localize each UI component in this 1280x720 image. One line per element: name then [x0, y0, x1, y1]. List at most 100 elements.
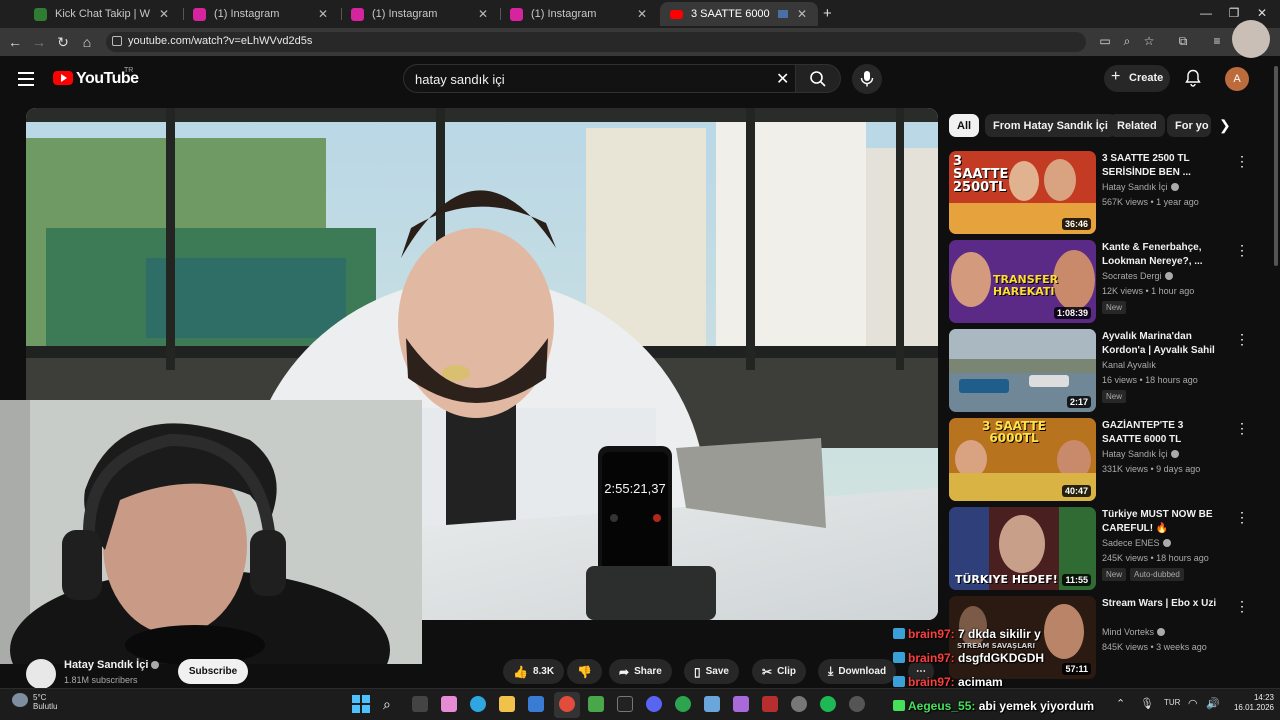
more-options-icon[interactable]: ⋮	[1235, 153, 1249, 170]
forward-icon[interactable]: →	[31, 34, 47, 50]
reload-icon[interactable]: ↻	[55, 34, 71, 51]
chip-from-channel[interactable]: From Hatay Sandık İçi	[985, 114, 1116, 137]
voice-search-button[interactable]	[852, 64, 882, 94]
channel-name[interactable]: Hatay Sandık İçi	[1102, 182, 1179, 192]
window-close-icon[interactable]: ✕	[1255, 6, 1269, 20]
more-options-icon[interactable]: ⋮	[1235, 509, 1249, 526]
app-icon[interactable]	[733, 696, 749, 712]
channel-avatar[interactable]	[26, 659, 56, 689]
channel-name[interactable]: Hatay Sandık İçi	[1102, 449, 1179, 459]
share-button[interactable]: ➦ Share	[609, 659, 672, 684]
search-input[interactable]: hatay sandık içi	[403, 64, 796, 93]
more-options-icon[interactable]: ⋮	[1235, 331, 1249, 348]
copilot-icon[interactable]	[441, 696, 457, 712]
weather-icon[interactable]	[12, 693, 28, 707]
video-title[interactable]: Ayvalık Marina'dan Kordon'a | Ayvalık Sa…	[1102, 330, 1222, 358]
chip-for-you[interactable]: For yo	[1167, 114, 1211, 137]
search-button[interactable]	[796, 64, 841, 93]
video-thumbnail[interactable]: 3 SAATTE 2500TL 36:46	[949, 151, 1096, 234]
back-icon[interactable]: ←	[7, 34, 23, 50]
taskbar-search-icon[interactable]: ⌕	[383, 696, 399, 712]
wifi-icon[interactable]: ◠	[1188, 697, 1198, 710]
subscribe-button[interactable]: Subscribe	[178, 659, 248, 684]
account-avatar[interactable]: A	[1225, 67, 1249, 91]
video-thumbnail[interactable]: 3 SAATTE 6000TL 40:47	[949, 418, 1096, 501]
menu-icon[interactable]	[18, 72, 34, 86]
close-icon[interactable]: ✕	[636, 7, 648, 21]
windows-start-icon[interactable]	[352, 695, 370, 713]
channel-name[interactable]: Socrates Dergi	[1102, 271, 1173, 281]
dislike-button[interactable]: 👎	[567, 659, 602, 684]
video-thumbnail[interactable]: TRANSFER HAREKATI 1:08:39	[949, 240, 1096, 323]
more-options-icon[interactable]: ⋮	[1235, 242, 1249, 259]
extensions-icon[interactable]: ⧉	[1175, 34, 1191, 50]
video-title[interactable]: Kante & Fenerbahçe, Lookman Nereye?, ...	[1102, 241, 1222, 269]
bookmark-star-icon[interactable]: ☆	[1141, 34, 1157, 50]
language-indicator[interactable]: TUR	[1164, 698, 1180, 707]
video-thumbnail[interactable]: TÜRKIYE HEDEF! 11:55	[949, 507, 1096, 590]
download-button[interactable]: ⤓ Download	[818, 659, 897, 684]
close-icon[interactable]: ✕	[317, 7, 329, 21]
install-app-icon[interactable]: ▭	[1097, 34, 1113, 50]
home-icon[interactable]: ⌂	[79, 34, 95, 50]
minimize-icon[interactable]: —	[1199, 6, 1213, 20]
tab-youtube-active[interactable]: 3 SAATTE 6000 TL SERİSİ !!! ✕	[660, 2, 818, 26]
chrome-icon[interactable]	[559, 696, 575, 712]
close-icon[interactable]: ✕	[796, 7, 808, 21]
notifications-bell-icon[interactable]	[1185, 69, 1201, 87]
close-icon[interactable]: ✕	[477, 7, 489, 21]
list-item[interactable]: 3 SAATTE 6000TL 40:47 GAZİANTEP'TE 3 SAA…	[949, 418, 1249, 502]
new-tab-button[interactable]: +	[823, 5, 832, 22]
volume-icon[interactable]: 🔊	[1206, 697, 1220, 710]
chip-related[interactable]: Related	[1109, 114, 1165, 137]
video-title[interactable]: Türkiye MUST NOW BE CAREFUL! 🔥	[1102, 508, 1222, 536]
zoom-icon[interactable]: ⌕	[1119, 34, 1135, 50]
task-view-icon[interactable]	[412, 696, 428, 712]
edge-icon[interactable]	[470, 696, 486, 712]
tab-instagram-2[interactable]: (1) Instagram ✕	[341, 2, 499, 26]
app-icon[interactable]	[704, 696, 720, 712]
channel-name[interactable]: Mind Vorteks	[1102, 627, 1166, 637]
channel-name[interactable]: Kanal Ayvalık	[1102, 360, 1156, 370]
more-options-icon[interactable]: ⋮	[1235, 598, 1249, 615]
media-cast-icon[interactable]	[778, 10, 788, 18]
spotify-icon[interactable]	[820, 696, 836, 712]
file-explorer-icon[interactable]	[499, 696, 515, 712]
close-icon[interactable]: ✕	[158, 7, 170, 21]
tray-overflow-icon[interactable]: ⌃	[1116, 697, 1125, 710]
tab-kick-chat[interactable]: Kick Chat Takip | Wich ✕	[24, 2, 180, 26]
capcut-icon[interactable]	[617, 696, 633, 712]
chip-all[interactable]: All	[949, 114, 980, 137]
like-button[interactable]: 👍 8.3K	[503, 659, 565, 684]
video-title[interactable]: 3 SAATTE 2500 TL SERİSİNDE BEN ...	[1102, 152, 1222, 180]
youtube-logo-icon[interactable]	[53, 71, 73, 85]
app-icon[interactable]	[762, 696, 778, 712]
list-item[interactable]: 2:17 Ayvalık Marina'dan Kordon'a | Ayval…	[949, 329, 1249, 413]
store-icon[interactable]	[528, 696, 544, 712]
minecraft-icon[interactable]	[588, 696, 604, 712]
clear-search-icon[interactable]: ✕	[776, 69, 789, 89]
tab-instagram-1[interactable]: (1) Instagram ✕	[183, 2, 339, 26]
list-item[interactable]: TÜRKIYE HEDEF! 11:55 Türkiye MUST NOW BE…	[949, 507, 1249, 591]
xbox-icon[interactable]	[675, 696, 691, 712]
app-icon[interactable]	[849, 696, 865, 712]
site-info-icon[interactable]	[112, 36, 122, 46]
channel-name[interactable]: Hatay Sandık İçi	[64, 659, 160, 671]
channel-name[interactable]: Sadece ENES	[1102, 538, 1171, 548]
chevron-right-icon[interactable]: ❯	[1219, 117, 1231, 134]
tab-instagram-3[interactable]: (1) Instagram ✕	[500, 2, 658, 26]
weather-widget[interactable]: 5°C Bulutlu	[33, 693, 57, 711]
reading-list-icon[interactable]: ≡	[1209, 34, 1225, 50]
profile-avatar[interactable]	[1232, 20, 1270, 58]
taskbar-clock[interactable]: 14:23 16.01.2026	[1224, 693, 1274, 713]
list-item[interactable]: TRANSFER HAREKATI 1:08:39 Kante & Fenerb…	[949, 240, 1249, 324]
list-item[interactable]: 3 SAATTE 2500TL 36:46 3 SAATTE 2500 TL S…	[949, 151, 1249, 235]
save-button[interactable]: ▯ Save	[684, 659, 739, 684]
video-title[interactable]: GAZİANTEP'TE 3 SAATTE 6000 TL SERİSİ!!!	[1102, 419, 1222, 447]
clip-button[interactable]: ✂ Clip	[752, 659, 806, 684]
video-title[interactable]: Stream Wars | Ebo x Uzi	[1102, 597, 1222, 611]
maximize-icon[interactable]: ❐	[1227, 6, 1241, 20]
microphone-icon[interactable]: 🎙	[1140, 697, 1154, 710]
address-bar[interactable]: youtube.com/watch?v=eLhWVvd2d5s	[106, 32, 1086, 52]
discord-icon[interactable]	[646, 696, 662, 712]
